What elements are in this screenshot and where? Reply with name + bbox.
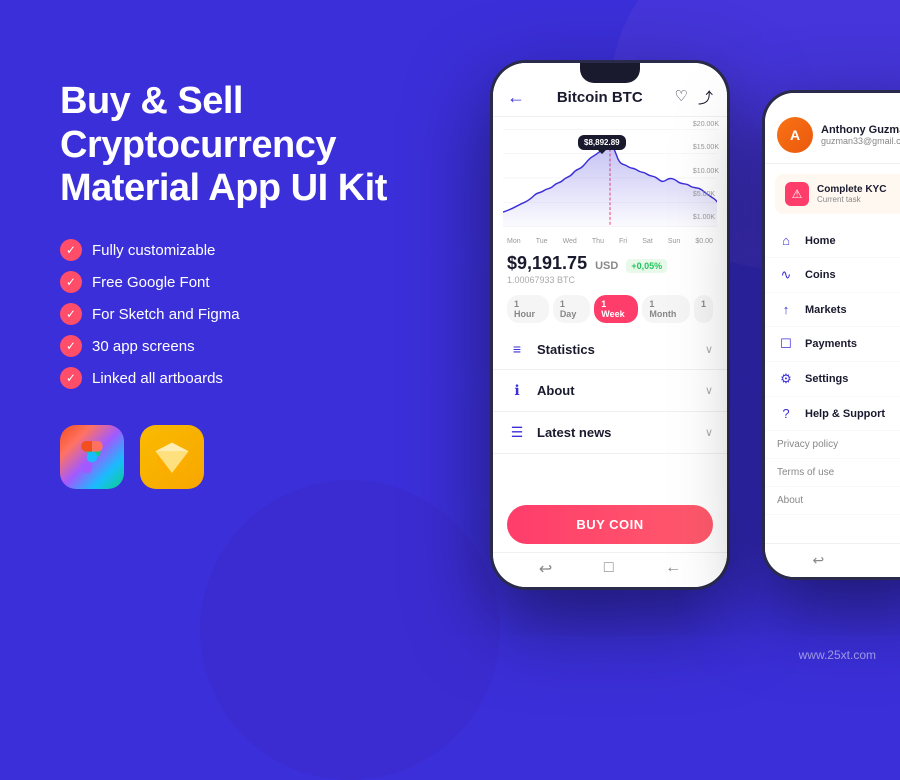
phone-right-mockup: A Anthony Guzman guzman33@gmail.com ⚠ Co…	[762, 90, 900, 580]
chevron-down-icon: ∨	[705, 426, 713, 439]
back-arrow-icon[interactable]: ←	[507, 87, 525, 108]
check-icon: ✓	[60, 271, 82, 293]
kyc-text: Complete KYC Current task	[817, 184, 886, 204]
buy-coin-button[interactable]: BUY COIN	[507, 505, 713, 544]
coins-icon: ∿	[777, 267, 795, 283]
list-item: ✓ For Sketch and Figma	[60, 303, 440, 325]
chevron-down-icon: ∨	[705, 343, 713, 356]
nav-markets[interactable]: ↑ Markets	[765, 293, 900, 327]
statistics-label: Statistics	[537, 342, 695, 357]
user-name: Anthony Guzman	[821, 124, 900, 136]
accordion-about[interactable]: ℹ About ∨	[493, 370, 727, 412]
privacy-policy-link[interactable]: Privacy policy	[765, 431, 900, 459]
list-item: ✓ 30 app screens	[60, 335, 440, 357]
info-icon: ℹ	[507, 382, 527, 399]
screen-title: Bitcoin BTC	[557, 89, 643, 106]
nav-recent-icon[interactable]: ←	[665, 559, 681, 579]
user-info: Anthony Guzman guzman33@gmail.com	[821, 124, 900, 146]
watermark: www.25xt.com	[799, 648, 876, 662]
tab-1hour[interactable]: 1 Hour	[507, 295, 549, 323]
accordion-statistics[interactable]: ≡ Statistics ∨	[493, 329, 727, 370]
price-change-badge: +0,05%	[626, 259, 667, 273]
list-item: ✓ Linked all artboards	[60, 367, 440, 389]
phone-bottom-nav: ↩ □ ←	[493, 552, 727, 587]
phone-screen: ← Bitcoin BTC ♡ ⤴ $8,892.89	[493, 63, 727, 587]
nav-help-label: Help & Support	[805, 408, 885, 420]
time-tabs: 1 Hour 1 Day 1 Week 1 Month 1	[493, 289, 727, 329]
topbar-icons: ♡ ⤴	[675, 87, 713, 108]
phone-right-screen: A Anthony Guzman guzman33@gmail.com ⚠ Co…	[765, 93, 900, 577]
home-icon: ⌂	[777, 233, 795, 248]
price-section: $9,191.75 USD +0,05% 1.00067933 BTC	[493, 247, 727, 289]
accordion-news[interactable]: ☰ Latest news ∨	[493, 412, 727, 454]
chart-area: $8,892.89	[493, 117, 727, 247]
avatar: A	[777, 117, 813, 153]
check-icon: ✓	[60, 303, 82, 325]
chart-x-labels: MonTueWedThuFriSatSun$0.00	[503, 238, 717, 245]
news-icon: ☰	[507, 424, 527, 441]
kyc-warning-icon: ⚠	[785, 182, 809, 206]
statistics-icon: ≡	[507, 341, 527, 357]
kyc-title: Complete KYC	[817, 184, 886, 195]
figma-icon	[60, 425, 124, 489]
about-link[interactable]: About	[765, 487, 900, 515]
tab-1day[interactable]: 1 Day	[553, 295, 590, 323]
nav-help[interactable]: ? Help & Support	[765, 397, 900, 431]
chart-y-labels: $20.00K $15.00K $10.00K $5.00K $1.00K	[693, 121, 719, 221]
rp-user-header: A Anthony Guzman guzman33@gmail.com	[765, 93, 900, 164]
user-email: guzman33@gmail.com	[821, 136, 900, 146]
features-list: ✓ Fully customizable ✓ Free Google Font …	[60, 239, 440, 389]
nav-payments-label: Payments	[805, 338, 857, 350]
tab-1week[interactable]: 1 Week	[594, 295, 638, 323]
chevron-down-icon: ∨	[705, 384, 713, 397]
share-icon[interactable]: ⤴	[698, 87, 713, 108]
tool-icons	[60, 425, 440, 489]
bg-blob-bottom-left	[200, 480, 500, 780]
nav-home-icon[interactable]: □	[604, 559, 614, 579]
kyc-banner[interactable]: ⚠ Complete KYC Current task	[775, 174, 900, 214]
phone-right-bottom-nav: ↩ □	[765, 543, 900, 577]
nav-settings-label: Settings	[805, 373, 848, 385]
main-title: Buy & SellCryptocurrencyMaterial App UI …	[60, 80, 440, 211]
list-item: ✓ Fully customizable	[60, 239, 440, 261]
rp-nav-back-icon[interactable]: ↩	[812, 552, 824, 569]
price-tooltip: $8,892.89	[578, 135, 626, 150]
nav-home-label: Home	[805, 235, 836, 247]
news-label: Latest news	[537, 425, 695, 440]
nav-coins[interactable]: ∿ Coins	[765, 258, 900, 293]
payments-icon: ☐	[777, 336, 795, 352]
accordion: ≡ Statistics ∨ ℹ About ∨ ☰ Latest news ∨	[493, 329, 727, 497]
settings-icon: ⚙	[777, 371, 795, 387]
left-panel: Buy & SellCryptocurrencyMaterial App UI …	[60, 80, 440, 489]
tab-1month[interactable]: 1 Month	[642, 295, 690, 323]
nav-back-icon[interactable]: ↩	[539, 559, 552, 579]
nav-markets-label: Markets	[805, 304, 847, 316]
list-item: ✓ Free Google Font	[60, 271, 440, 293]
price-currency: USD	[595, 260, 618, 272]
nav-home[interactable]: ⌂ Home	[765, 224, 900, 258]
phone-center-mockup: ← Bitcoin BTC ♡ ⤴ $8,892.89	[490, 60, 730, 590]
about-label: About	[537, 383, 695, 398]
terms-of-use-link[interactable]: Terms of use	[765, 459, 900, 487]
sketch-icon	[140, 425, 204, 489]
check-icon: ✓	[60, 335, 82, 357]
tab-extra[interactable]: 1	[694, 295, 713, 323]
check-icon: ✓	[60, 367, 82, 389]
nav-settings[interactable]: ⚙ Settings	[765, 362, 900, 397]
heart-icon[interactable]: ♡	[675, 87, 688, 108]
nav-coins-label: Coins	[805, 269, 836, 281]
price-btc: 1.00067933 BTC	[507, 275, 713, 285]
help-icon: ?	[777, 406, 795, 421]
markets-icon: ↑	[777, 302, 795, 317]
kyc-subtitle: Current task	[817, 195, 886, 204]
phone-notch	[580, 63, 640, 83]
nav-payments[interactable]: ☐ Payments	[765, 327, 900, 362]
check-icon: ✓	[60, 239, 82, 261]
price-value: $9,191.75	[507, 253, 587, 274]
